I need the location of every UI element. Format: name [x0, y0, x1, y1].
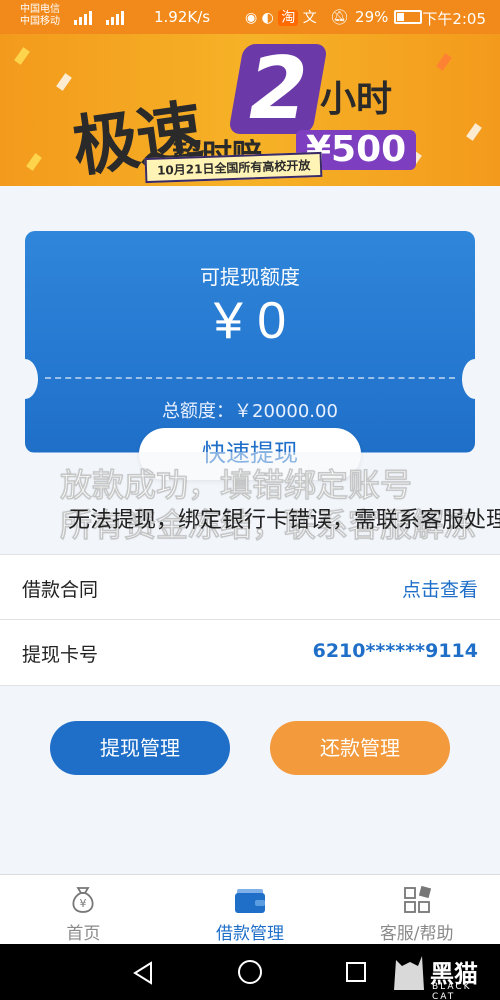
tab-label: 客服/帮助 — [379, 924, 454, 944]
signal-bars-icon — [74, 11, 124, 25]
app-icon: 淘 — [278, 10, 299, 26]
banner-number: 2 — [228, 39, 328, 139]
signal-indicator — [64, 10, 144, 29]
pay-icon: ◐ — [261, 10, 274, 26]
tab-home[interactable]: ¥ 首页 — [0, 875, 167, 944]
watermark-logo: 黑猫 BLACK CAT — [388, 950, 496, 1000]
quick-withdraw-button[interactable]: 快速提现 — [139, 428, 361, 480]
repay-management-button[interactable]: 还款管理 — [270, 721, 450, 775]
money-bag-icon: ¥ — [72, 887, 94, 913]
banner-note: 10月21日全国所有高校开放 — [144, 151, 323, 184]
view-contract-link[interactable]: 点击查看 — [402, 575, 478, 602]
promo-banner[interactable]: 极速 2 小时 超时赔 ¥500 10月21日全国所有高校开放 — [0, 34, 500, 186]
watermark-line-3: 无法提现，绑定银行卡错误，需联系客服处理 — [68, 508, 500, 533]
home-icon[interactable] — [238, 960, 262, 984]
carrier-2: 中国移动 — [20, 16, 60, 27]
list-item[interactable]: 借款合同 点击查看 — [0, 554, 500, 620]
withdraw-management-button[interactable]: 提现管理 — [50, 721, 230, 775]
clock: 下午2:05 — [422, 10, 486, 28]
withdraw-quota-card: 可提现额度 ¥ 0 总额度：￥20000.00 — [25, 231, 475, 453]
bottom-tab-bar: ¥ 首页 借款管理 客服/帮助 — [0, 874, 500, 944]
battery-icon — [394, 10, 423, 24]
tab-service-help[interactable]: 客服/帮助 — [333, 875, 500, 944]
divider — [45, 377, 455, 379]
mute-icon: 🔕︎ — [330, 8, 350, 26]
tab-label: 首页 — [66, 924, 101, 944]
recent-apps-icon[interactable] — [346, 962, 366, 982]
svg-text:¥: ¥ — [80, 897, 87, 910]
system-nav-bar: 黑猫 BLACK CAT — [0, 944, 500, 1000]
info-list: 借款合同 点击查看 提现卡号 6210******9114 — [0, 554, 500, 686]
card-number-label: 提现卡号 — [22, 644, 99, 666]
back-icon[interactable] — [132, 961, 154, 985]
translate-icon: 文 — [302, 10, 317, 26]
quota-label: 可提现额度 — [200, 265, 300, 289]
tab-label: 借款管理 — [216, 924, 284, 944]
list-item: 提现卡号 6210******9114 — [0, 620, 500, 686]
apps-grid-icon — [403, 885, 431, 913]
battery-percent: 29% — [355, 8, 389, 26]
status-bar: 中国电信 中国移动 1.92K/s ◉ ◐ 淘 文 🔕︎ 29% 下午2:05 — [0, 0, 500, 34]
quota-amount: ¥ 0 — [213, 292, 287, 350]
tab-loan-management[interactable]: 借款管理 — [167, 875, 334, 944]
banner-hours: 小时 — [320, 79, 393, 120]
carrier-1: 中国电信 — [20, 4, 60, 15]
cat-logo-icon — [394, 956, 424, 990]
carrier-labels: 中国电信 中国移动 — [20, 4, 60, 28]
contract-label: 借款合同 — [22, 579, 99, 601]
wallet-icon — [235, 889, 265, 913]
notification-icons: ◉ ◐ 淘 文 — [245, 7, 317, 27]
chat-icon: ◉ — [245, 10, 258, 26]
battery-indicator: 🔕︎ 29% — [330, 8, 423, 26]
card-number-value: 6210******9114 — [312, 640, 478, 662]
watermark-line-2: 所有资金冻结，联系客服解冻 — [60, 506, 477, 544]
net-speed: 1.92K/s — [154, 8, 211, 26]
brand-sub: BLACK CAT — [432, 982, 472, 1000]
total-quota: 总额度：￥20000.00 — [162, 401, 338, 422]
